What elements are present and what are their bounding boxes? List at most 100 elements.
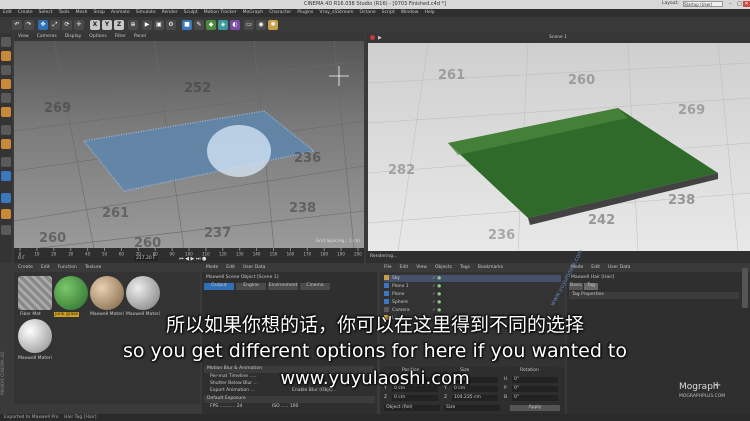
scrollbar[interactable] <box>742 268 748 308</box>
x-axis-button[interactable]: X <box>90 20 100 30</box>
minimize-button[interactable]: – <box>726 1 735 7</box>
menu-item[interactable]: Create <box>18 10 33 15</box>
menu-item[interactable]: Help <box>424 10 434 15</box>
camera-icon[interactable]: ◉ <box>256 20 266 30</box>
menu-item[interactable]: Animate <box>111 10 130 15</box>
material-menu-item[interactable]: Edit <box>41 265 50 270</box>
snap-icon[interactable] <box>1 157 11 167</box>
viewport-menu-item[interactable]: Cameras <box>37 34 57 39</box>
object-row[interactable]: Plane 1 ✓ ● <box>384 283 561 290</box>
menu-item[interactable]: Motion Tracker <box>204 10 237 15</box>
frame-current[interactable]: 217.20 F <box>134 256 158 261</box>
object-menu-item[interactable]: View <box>416 265 427 270</box>
redo-icon[interactable]: ↷ <box>24 20 34 30</box>
menu-item[interactable]: Simulate <box>136 10 156 15</box>
tag-properties-section[interactable]: Tag Properties <box>569 292 739 299</box>
array-icon[interactable]: ◈ <box>218 20 228 30</box>
attribute-tab[interactable]: Cinema <box>300 283 330 290</box>
render-settings-icon[interactable]: ⚙ <box>166 20 176 30</box>
close-button[interactable]: ✕ <box>743 1 750 7</box>
object-menu-item[interactable]: Tags <box>460 265 470 270</box>
cube-icon[interactable]: ■ <box>182 20 192 30</box>
lock-icon[interactable] <box>1 209 11 219</box>
subdivision-icon[interactable]: ◆ <box>206 20 216 30</box>
menu-item[interactable]: Select <box>39 10 53 15</box>
layout-select[interactable]: Startup (User) <box>683 1 723 7</box>
material-menu-item[interactable]: Function <box>58 265 77 270</box>
object-menu-item[interactable]: Bookmarks <box>478 265 503 270</box>
viewport-menu-item[interactable]: Display <box>65 34 82 39</box>
menu-item[interactable]: Vray_sSStream <box>319 10 353 15</box>
attribute-row[interactable]: ISO ..... 100 <box>272 404 298 409</box>
undo-icon[interactable]: ↶ <box>12 20 22 30</box>
coord-field[interactable]: 104.235 cm <box>452 395 498 401</box>
pen-icon[interactable]: ✎ <box>194 20 204 30</box>
attribute-menu-item[interactable]: User Data <box>243 265 265 270</box>
axis-mode-icon[interactable] <box>1 125 11 135</box>
viewport-menu-item[interactable]: View <box>18 34 29 39</box>
apply-button[interactable]: Apply <box>510 405 560 411</box>
viewport-menu-item[interactable]: Panel <box>134 34 146 39</box>
visibility-icon[interactable]: ✓ ● <box>432 292 441 297</box>
menu-item[interactable]: Octane <box>360 10 376 15</box>
material-swatch[interactable] <box>90 276 124 310</box>
light-icon[interactable]: ✺ <box>268 20 278 30</box>
object-row[interactable]: Sphere ✓ ● <box>384 299 561 306</box>
visibility-icon[interactable]: ✓ ● <box>432 300 441 305</box>
viewport-menu-item[interactable]: Filter <box>115 34 126 39</box>
coord-field[interactable]: 0 cm <box>392 395 438 401</box>
floor-icon[interactable]: ▭ <box>244 20 254 30</box>
attribute-menu-item[interactable]: Edit <box>226 265 235 270</box>
menu-item[interactable]: Tools <box>59 10 70 15</box>
object-row[interactable]: Plane ✓ ● <box>384 291 561 298</box>
menu-item[interactable]: Script <box>382 10 395 15</box>
render-view[interactable]: 238 242 261 260 282 269 236 <box>368 43 750 251</box>
coord-field[interactable]: 0° <box>512 395 558 401</box>
object-row[interactable]: Sky ✓ ● <box>384 275 561 282</box>
tab-basic[interactable]: Basic <box>569 283 583 290</box>
attribute-tab[interactable]: Output <box>204 283 234 290</box>
live-select-icon[interactable]: ✛ <box>74 20 84 30</box>
move-icon[interactable]: ✥ <box>38 20 48 30</box>
material-swatch[interactable] <box>126 276 160 310</box>
attribute-row[interactable]: FPS ........... 24 <box>210 404 242 409</box>
menu-item[interactable]: Edit <box>3 10 12 15</box>
grid-icon[interactable] <box>1 225 11 235</box>
menu-item[interactable]: Render <box>162 10 178 15</box>
edges-mode-icon[interactable] <box>1 93 11 103</box>
menu-item[interactable]: Snap <box>94 10 105 15</box>
material-swatch[interactable] <box>18 276 52 310</box>
planar-icon[interactable] <box>1 193 11 203</box>
menu-item[interactable]: Plugins <box>297 10 313 15</box>
timeline-ruler[interactable]: 0 10 20 30 40 50 60 70 80 90 100 110 120 130 140 150 160… <box>14 248 364 256</box>
render-view-icon[interactable]: ▶ <box>142 20 152 30</box>
material-menu-item[interactable]: Texture <box>85 265 101 270</box>
menu-item[interactable]: Window <box>401 10 419 15</box>
coord-size-select[interactable]: Size <box>444 405 500 411</box>
coordinate-icon[interactable]: ⊕ <box>128 20 138 30</box>
object-menu-item[interactable]: File <box>384 265 392 270</box>
visibility-icon[interactable]: ✓ ● <box>432 284 441 289</box>
perspective-viewport[interactable]: View Cameras Display Options Filter Panel 261… <box>14 33 364 248</box>
attribute-tab[interactable]: Engine <box>236 283 266 290</box>
points-mode-icon[interactable] <box>1 79 11 89</box>
polygons-mode-icon[interactable] <box>1 107 11 117</box>
default-exposure-section[interactable]: Default Exposure <box>204 396 375 403</box>
make-editable-icon[interactable] <box>1 37 11 47</box>
visibility-icon[interactable]: ✓ ● <box>432 276 441 281</box>
attribute-menu-item[interactable]: Mode <box>206 265 218 270</box>
menu-item[interactable]: Mesh <box>76 10 88 15</box>
tag-menu-item[interactable]: User Data <box>608 265 630 270</box>
material-swatch[interactable] <box>54 276 88 310</box>
play-controls-icon[interactable]: ⏮ ◀ ▶ ⏭ ● <box>179 256 206 262</box>
menu-item[interactable]: Character <box>269 10 291 15</box>
scale-icon[interactable]: ⤢ <box>50 20 60 30</box>
frame-start[interactable]: 0 F <box>18 256 25 261</box>
menu-item[interactable]: MoGraph <box>243 10 263 15</box>
object-menu-item[interactable]: Edit <box>400 265 409 270</box>
rotate-icon[interactable]: ⟳ <box>62 20 72 30</box>
workplane-icon[interactable] <box>1 171 11 181</box>
coord-mode-select[interactable]: Object (Rel) <box>384 405 440 411</box>
timeline[interactable]: 0 10 20 30 40 50 60 70 80 90 100 110 120 130 140 150 160… <box>14 248 364 263</box>
z-axis-button[interactable]: Z <box>114 20 124 30</box>
